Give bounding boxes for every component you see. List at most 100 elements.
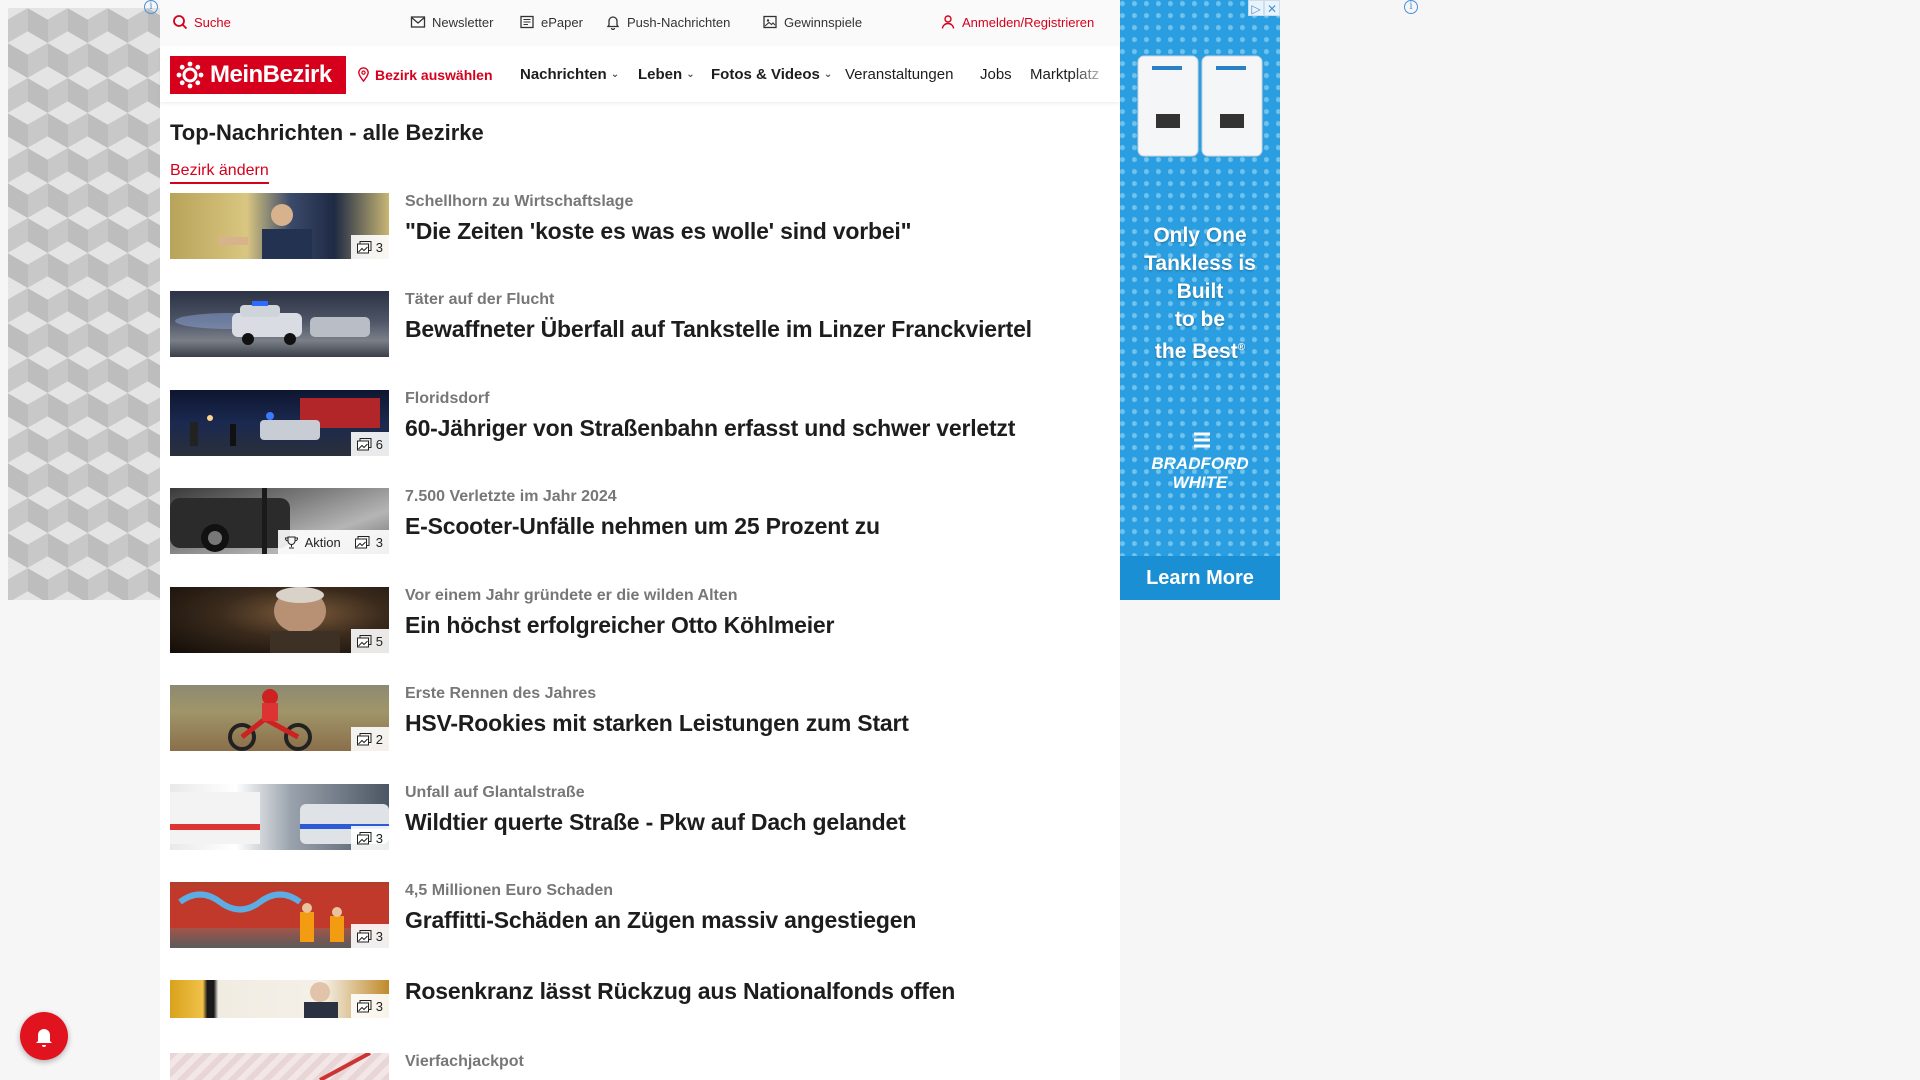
photo-count-badge: 3 [350, 924, 389, 948]
gallery-icon [356, 732, 372, 745]
chevron-down-icon: ⌄ [823, 69, 833, 80]
nav-veranstaltungen[interactable]: Veranstaltungen [845, 66, 953, 83]
gallery-icon [354, 535, 370, 548]
article-kicker: Floridsdorf [405, 390, 490, 407]
article-item[interactable]: 3 Rosenkranz lässt Rückzug aus Nationalf… [170, 978, 1110, 1020]
article-item[interactable]: Täter auf der Flucht Bewaffneter Überfal… [170, 291, 1110, 359]
article-item[interactable]: 3 Schellhorn zu Wirtschaftslage "Die Zei… [170, 193, 1110, 261]
photo-count-badge: 2 [350, 727, 389, 751]
article-item[interactable]: Vierfachjackpot [170, 1053, 1110, 1080]
ad-brand-line: WHITE [1172, 473, 1228, 492]
adchoices-icon[interactable]: ▷ [1248, 0, 1264, 16]
article-headline[interactable]: E-Scooter-Unfälle nehmen um 25 Prozent z… [405, 513, 880, 540]
nav-fotos-videos-label: Fotos & Videos [711, 66, 820, 83]
article-thumbnail[interactable] [170, 291, 389, 357]
article-item[interactable]: 3 4,5 Millionen Euro Schaden Graffitti-S… [170, 882, 1110, 950]
gallery-icon [356, 831, 372, 844]
nav-overflow-fade [1072, 58, 1112, 94]
left-skin-ad[interactable] [8, 8, 160, 600]
article-thumbnail[interactable] [170, 1053, 389, 1080]
article-headline[interactable]: 60-Jähriger von Straßenbahn erfasst und … [405, 415, 1015, 442]
article-item[interactable]: 6 Floridsdorf 60-Jähriger von Straßenbah… [170, 390, 1110, 458]
article-item[interactable]: 2 Erste Rennen des Jahres HSV-Rookies mi… [170, 685, 1110, 753]
ad-info-icon[interactable]: i [144, 0, 158, 14]
article-thumbnail[interactable]: 3 [170, 784, 389, 850]
epaper-label: ePaper [541, 14, 583, 30]
photo-count-badge: 3 [350, 235, 389, 259]
article-item[interactable]: Aktion 3 7.500 Verletzte im Jahr 2024 E-… [170, 488, 1110, 556]
login-link[interactable]: Anmelden/Registrieren [940, 14, 1094, 30]
article-thumbnail[interactable]: 3 [170, 980, 389, 1018]
right-skyscraper-ad[interactable]: Only One Tankless is Built to be the Bes… [1120, 0, 1280, 600]
article-thumbnail[interactable]: 3 [170, 882, 389, 948]
mail-icon [410, 16, 426, 28]
ad-tagline-line: Built [1176, 280, 1224, 303]
search-link[interactable]: Suche [172, 14, 231, 30]
photo-count: 6 [375, 436, 383, 452]
bradford-white-logo-icon [1194, 432, 1210, 448]
article-headline[interactable]: Ein höchst erfolgreicher Otto Köhlmeier [405, 612, 834, 639]
photo-police-car [175, 301, 370, 345]
photo-count-badge: 5 [350, 629, 389, 653]
ad-tagline-line: to be [1174, 308, 1226, 331]
ad-learn-more-button[interactable]: Learn More [1120, 556, 1280, 600]
photo-count-badge: 3 [350, 826, 389, 850]
ad-choices[interactable]: ▷ ✕ [1248, 0, 1280, 16]
nav-leben[interactable]: Leben ⌄ [638, 66, 695, 83]
photo-count: 2 [375, 731, 383, 747]
user-icon [941, 15, 955, 29]
nav-jobs[interactable]: Jobs [980, 66, 1012, 83]
article-headline[interactable]: "Die Zeiten 'koste es was es wolle' sind… [405, 218, 912, 245]
water-heater-illustration [1137, 55, 1263, 157]
article-thumbnail[interactable]: Aktion 3 [170, 488, 389, 554]
article-headline[interactable]: Graffitti-Schäden an Zügen massiv angest… [405, 907, 916, 934]
article-kicker: 4,5 Millionen Euro Schaden [405, 882, 614, 899]
push-link[interactable]: Push-Nachrichten [605, 14, 730, 30]
nav-veranstaltungen-label: Veranstaltungen [845, 66, 954, 83]
article-kicker: Unfall auf Glantalstraße [405, 784, 585, 801]
nav-leben-label: Leben [638, 66, 683, 83]
article-thumbnail[interactable]: 6 [170, 390, 389, 456]
nav-fotos-videos[interactable]: Fotos & Videos ⌄ [711, 66, 832, 83]
epaper-link[interactable]: ePaper [519, 14, 583, 30]
ad-tagline-line: the Best® [1120, 334, 1280, 366]
article-thumbnail[interactable]: 2 [170, 685, 389, 751]
nav-nachrichten[interactable]: Nachrichten ⌄ [520, 66, 619, 83]
article-kicker: Erste Rennen des Jahres [405, 685, 597, 702]
photo-count: 3 [375, 998, 383, 1014]
logo-text: MeinBezirk [210, 61, 332, 88]
nav-nachrichten-label: Nachrichten [520, 66, 607, 83]
main-navbar: MeinBezirk Bezirk auswählen Nachrichten … [160, 46, 1120, 102]
meinbezirk-logo[interactable]: MeinBezirk [170, 56, 346, 94]
gewinnspiele-label: Gewinnspiele [784, 14, 863, 30]
article-headline[interactable]: Rosenkranz lässt Rückzug aus Nationalfon… [405, 978, 955, 1005]
newspaper-icon [520, 15, 534, 29]
article-item[interactable]: 3 Unfall auf Glantalstraße Wildtier quer… [170, 784, 1110, 852]
push-notification-button[interactable] [20, 1012, 68, 1060]
article-headline[interactable]: HSV-Rookies mit starken Leistungen zum S… [405, 710, 909, 737]
article-item[interactable]: 5 Vor einem Jahr gründete er die wilden … [170, 587, 1110, 655]
gallery-icon [356, 437, 372, 450]
gewinnspiele-link[interactable]: Gewinnspiele [762, 14, 862, 30]
gallery-icon [356, 240, 372, 253]
photo-count-badge: 6 [350, 432, 389, 456]
article-headline[interactable]: Wildtier querte Straße - Pkw auf Dach ge… [405, 809, 906, 836]
article-thumbnail[interactable]: 3 [170, 193, 389, 259]
close-icon[interactable]: ✕ [1264, 0, 1280, 16]
gallery-icon [356, 634, 372, 647]
search-label: Suche [194, 14, 231, 30]
article-headline[interactable]: Bewaffneter Überfall auf Tankstelle im L… [405, 316, 1032, 343]
photo-count: 3 [375, 534, 383, 550]
bezirk-select[interactable]: Bezirk auswählen [356, 66, 493, 83]
article-kicker: Täter auf der Flucht [405, 291, 555, 308]
newsletter-link[interactable]: Newsletter [410, 14, 493, 30]
article-thumbnail[interactable]: 5 [170, 587, 389, 653]
utility-bar: Suche Newsletter ePaper Push-Nachrichten… [160, 0, 1120, 46]
registered-mark: ® [1237, 342, 1246, 353]
location-pin-icon [358, 67, 369, 83]
bezirk-change-link[interactable]: Bezirk ändern [170, 162, 269, 184]
ad-info-icon[interactable]: i [1404, 0, 1418, 14]
main-page: Suche Newsletter ePaper Push-Nachrichten… [160, 0, 1120, 1080]
photo-count: 3 [375, 239, 383, 255]
photo-count: 3 [375, 830, 383, 846]
